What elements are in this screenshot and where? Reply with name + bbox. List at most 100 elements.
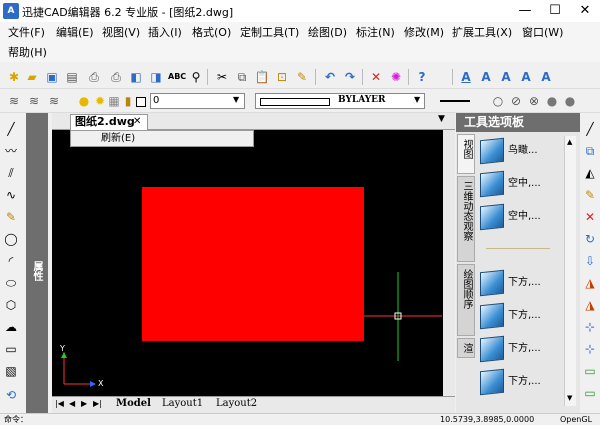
menu-custom-tools[interactable]: 定制工具(T) <box>240 24 299 42</box>
palette-item-below-3[interactable]: 下方,... <box>480 334 560 364</box>
shade-hidden-icon[interactable]: ⊘ <box>508 93 524 109</box>
menu-format[interactable]: 格式(O) <box>192 24 231 42</box>
multiline-text-icon[interactable]: A <box>478 69 494 85</box>
rotate-icon[interactable]: ↻ <box>582 231 598 247</box>
extend-icon[interactable]: ⊹ <box>582 341 598 357</box>
rectangle-icon[interactable]: ▭ <box>3 341 19 357</box>
layer-states-icon[interactable]: ≋ <box>26 93 42 109</box>
menu-modify[interactable]: 修改(M) <box>404 24 444 42</box>
chamfer-icon[interactable]: ▭ <box>582 385 598 401</box>
paste-special-icon[interactable]: ⊡ <box>274 69 290 85</box>
palette-item-below-2[interactable]: 下方,... <box>480 301 560 331</box>
menu-insert[interactable]: 插入(I) <box>148 24 182 42</box>
erase-icon[interactable]: ╱ <box>582 121 598 137</box>
multiline-icon[interactable]: ⫽ <box>3 165 19 181</box>
first-tab-icon[interactable]: |◀ <box>55 399 64 408</box>
scale-icon[interactable]: ◮ <box>582 275 598 291</box>
layer-dropdown[interactable]: 0 ▼ <box>150 93 245 109</box>
delete-icon[interactable]: ✕ <box>368 69 384 85</box>
preview-icon[interactable]: ◧ <box>128 69 144 85</box>
find-icon[interactable]: ⚲ <box>188 69 204 85</box>
copy-object-icon[interactable]: ⧉ <box>582 143 598 159</box>
palette-tab-3d-orbit[interactable]: 三维动态观察 <box>457 176 475 262</box>
layer-manager-icon[interactable]: ≋ <box>6 93 22 109</box>
refresh-menu-item[interactable]: 刷新(E) <box>101 133 135 144</box>
palette-item-below-4[interactable]: 下方,... <box>480 367 560 397</box>
close-button[interactable]: ✕ <box>570 0 600 22</box>
prev-tab-icon[interactable]: ◀ <box>69 399 75 408</box>
lineweight-sample[interactable] <box>440 100 470 102</box>
match-properties-icon[interactable]: ✎ <box>294 69 310 85</box>
menu-view[interactable]: 视图(V) <box>102 24 140 42</box>
linetype-dropdown[interactable]: BYLAYER ▼ <box>255 93 425 109</box>
move-icon[interactable]: ⇩ <box>582 253 598 269</box>
copy-icon[interactable]: ⧉ <box>234 69 250 85</box>
minimize-button[interactable]: — <box>510 0 540 22</box>
text-style-icon[interactable]: A <box>458 69 474 85</box>
delete-object-icon[interactable]: ✕ <box>582 209 598 225</box>
scale-text-icon[interactable]: A <box>538 69 554 85</box>
menu-file[interactable]: 文件(F) <box>8 24 45 42</box>
edit-text-icon[interactable]: A <box>498 69 514 85</box>
scroll-down-icon[interactable]: ▼ <box>567 394 572 402</box>
cut-icon[interactable]: ✂ <box>214 69 230 85</box>
tab-model[interactable]: Model <box>116 398 151 409</box>
print-preview-icon[interactable]: ⎙ <box>108 69 124 85</box>
break-icon[interactable]: ▭ <box>582 363 598 379</box>
maximize-button[interactable]: ☐ <box>540 0 570 22</box>
hatch-icon[interactable]: ▧ <box>3 363 19 379</box>
shade-edges-icon[interactable]: ● <box>562 93 578 109</box>
palette-item-aerial[interactable]: 鸟瞰... <box>480 136 560 166</box>
undo-icon[interactable]: ↶ <box>322 69 338 85</box>
open-folder-icon[interactable]: ▰ <box>24 69 40 85</box>
palette-item-overhead-2[interactable]: 空中,... <box>480 202 560 232</box>
spline-icon[interactable]: ∿ <box>3 187 19 203</box>
find-text-icon[interactable]: A <box>518 69 534 85</box>
line-icon[interactable]: ╱ <box>3 121 19 137</box>
lock-icon[interactable]: ▮ <box>120 93 136 109</box>
insert-block-icon[interactable]: ⟲ <box>3 387 19 403</box>
layer-color-swatch[interactable] <box>136 97 146 107</box>
offset-icon[interactable]: ✎ <box>582 187 598 203</box>
print-icon[interactable]: ⎙ <box>86 69 102 85</box>
stretch-icon[interactable]: ◮ <box>582 297 598 313</box>
menu-edit[interactable]: 编辑(E) <box>56 24 94 42</box>
spellcheck-icon[interactable]: ABC <box>168 69 186 85</box>
circle-icon[interactable]: ◯ <box>3 231 19 247</box>
publish-icon[interactable]: ◨ <box>148 69 164 85</box>
sketch-icon[interactable]: ✎ <box>3 209 19 225</box>
palette-item-overhead-1[interactable]: 空中,... <box>480 169 560 199</box>
menu-dimension[interactable]: 标注(N) <box>356 24 395 42</box>
shade-gouraud-icon[interactable]: ● <box>544 93 560 109</box>
scroll-up-icon[interactable]: ▲ <box>567 138 572 146</box>
menu-extension-tools[interactable]: 扩展工具(X) <box>452 24 512 42</box>
shade-wireframe-icon[interactable]: ○ <box>490 93 506 109</box>
palette-item-below-1[interactable]: 下方,... <box>480 268 560 298</box>
ellipse-icon[interactable]: ⬭ <box>3 275 19 291</box>
document-tab[interactable]: 图纸2.dwg ✕ <box>70 114 148 130</box>
palette-scrollbar[interactable]: ▲ ▼ <box>564 136 576 406</box>
shade-flat-icon[interactable]: ⊗ <box>526 93 542 109</box>
bulb-icon[interactable]: ● <box>76 93 92 109</box>
save-icon[interactable]: ▣ <box>44 69 60 85</box>
menu-draw[interactable]: 绘图(D) <box>308 24 347 42</box>
layer-previous-icon[interactable]: ≋ <box>46 93 62 109</box>
paste-icon[interactable]: 📋 <box>254 69 270 85</box>
command-prompt[interactable]: 命令： <box>4 414 28 425</box>
polygon-icon[interactable]: ⬡ <box>3 297 19 313</box>
polyline-icon[interactable]: 〰 <box>3 143 19 159</box>
purge-icon[interactable]: ✺ <box>388 69 404 85</box>
palette-tab-draw-order[interactable]: 绘图顺序 <box>457 264 475 336</box>
next-tab-icon[interactable]: ▶ <box>81 399 87 408</box>
new-file-icon[interactable]: ✱ <box>6 69 22 85</box>
save-all-icon[interactable]: ▤ <box>64 69 80 85</box>
tab-close-icon[interactable]: ✕ <box>133 115 141 129</box>
arc-icon[interactable]: ◜ <box>3 253 19 269</box>
tab-list-arrow[interactable]: ▼ <box>438 114 445 124</box>
tab-layout1[interactable]: Layout1 <box>162 398 203 409</box>
redo-icon[interactable]: ↷ <box>342 69 358 85</box>
trim-icon[interactable]: ⊹ <box>582 319 598 335</box>
canvas-vertical-scrollbar[interactable] <box>443 130 455 396</box>
help-icon[interactable]: ? <box>414 69 430 85</box>
mirror-icon[interactable]: ◭ <box>582 165 598 181</box>
